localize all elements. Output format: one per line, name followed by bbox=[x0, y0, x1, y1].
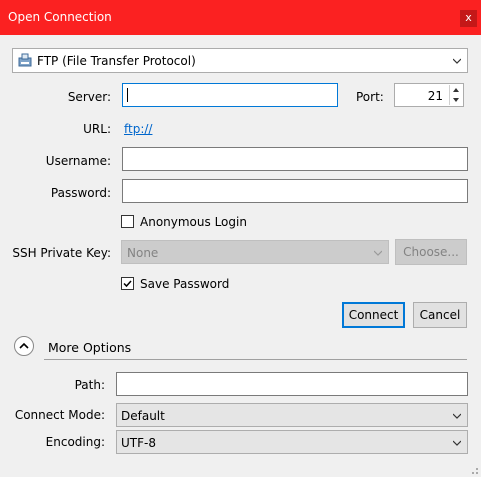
path-label: Path: bbox=[74, 378, 105, 392]
connect-mode-selected: Default bbox=[121, 409, 165, 423]
encoding-label: Encoding: bbox=[45, 435, 105, 449]
spin-up-icon[interactable] bbox=[450, 85, 462, 95]
ftp-drive-icon bbox=[18, 53, 32, 67]
chevron-down-icon bbox=[453, 440, 461, 446]
connect-mode-dropdown[interactable]: Default bbox=[116, 403, 468, 427]
protocol-dropdown[interactable]: FTP (File Transfer Protocol) bbox=[12, 48, 468, 73]
chevron-down-icon bbox=[374, 250, 382, 256]
chevron-up-icon bbox=[19, 342, 29, 349]
close-icon: x bbox=[465, 11, 472, 24]
save-password-label[interactable]: Save Password bbox=[140, 277, 229, 291]
more-options-label[interactable]: More Options bbox=[48, 340, 131, 355]
ssh-key-label: SSH Private Key: bbox=[12, 246, 111, 260]
title-bar: Open Connection x bbox=[0, 0, 481, 35]
username-label: Username: bbox=[45, 154, 111, 168]
spin-down-icon[interactable] bbox=[450, 95, 462, 105]
protocol-selected: FTP (File Transfer Protocol) bbox=[37, 54, 196, 68]
connect-mode-label: Connect Mode: bbox=[14, 408, 105, 422]
port-label: Port: bbox=[356, 90, 384, 104]
more-options-toggle[interactable] bbox=[14, 336, 34, 356]
chevron-down-icon bbox=[453, 413, 461, 419]
server-label: Server: bbox=[67, 90, 111, 104]
section-divider bbox=[44, 359, 467, 360]
encoding-selected: UTF-8 bbox=[121, 436, 156, 450]
ssh-key-selected: None bbox=[127, 246, 159, 260]
port-value: 21 bbox=[427, 89, 443, 103]
anonymous-login-label[interactable]: Anonymous Login bbox=[140, 215, 247, 229]
window-title: Open Connection bbox=[8, 10, 112, 24]
resize-grip-icon[interactable] bbox=[468, 464, 479, 475]
close-button[interactable]: x bbox=[460, 10, 477, 27]
cancel-button[interactable]: Cancel bbox=[413, 302, 467, 328]
url-label: URL: bbox=[83, 122, 111, 136]
url-link[interactable]: ftp:// bbox=[124, 122, 152, 136]
password-input[interactable] bbox=[122, 179, 468, 203]
choose-key-button: Choose... bbox=[395, 239, 467, 265]
connect-button[interactable]: Connect bbox=[342, 302, 405, 328]
checkmark-icon bbox=[123, 280, 132, 288]
path-input[interactable] bbox=[116, 372, 468, 396]
chevron-down-icon bbox=[453, 58, 461, 64]
password-label: Password: bbox=[50, 186, 111, 200]
ssh-key-dropdown: None bbox=[121, 240, 389, 264]
server-input[interactable] bbox=[122, 83, 338, 107]
anonymous-login-checkbox[interactable] bbox=[121, 215, 134, 228]
text-cursor bbox=[127, 88, 128, 102]
save-password-checkbox[interactable] bbox=[121, 277, 134, 290]
username-input[interactable] bbox=[122, 147, 468, 171]
port-spinner[interactable]: 21 bbox=[394, 83, 464, 107]
encoding-dropdown[interactable]: UTF-8 bbox=[116, 430, 468, 454]
